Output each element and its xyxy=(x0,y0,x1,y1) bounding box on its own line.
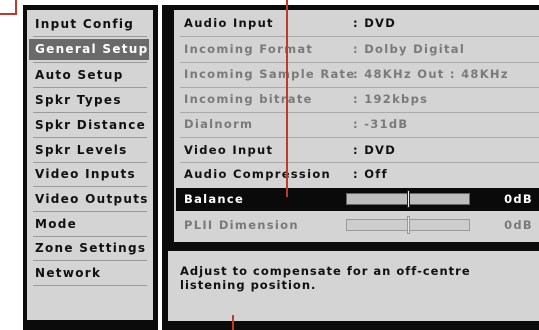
setting-label: Dialnorm xyxy=(184,117,254,131)
menu-divider xyxy=(33,36,147,37)
setting-value: : -31dB xyxy=(353,117,409,131)
menu-divider xyxy=(33,260,147,261)
menu-divider xyxy=(33,162,147,163)
annotation-line-help xyxy=(232,315,234,330)
setting-label: Balance xyxy=(184,192,245,206)
menu-item-video-inputs[interactable]: Video Inputs xyxy=(29,164,149,185)
menu-divider xyxy=(33,186,147,187)
setting-row-plii-dimension[interactable]: PLII Dimension 0dB xyxy=(176,213,539,237)
menu-item-video-outputs[interactable]: Video Outputs xyxy=(29,189,149,210)
setting-value: : DVD xyxy=(353,143,397,157)
setting-value: : 48KHz Out : 48KHz xyxy=(353,67,509,81)
help-text: Adjust to compensate for an off-centre l… xyxy=(180,264,471,292)
setting-row-incoming-bitrate: Incoming bitrate : 192kbps xyxy=(176,87,539,111)
menu-item-spkr-levels[interactable]: Spkr Levels xyxy=(29,140,149,161)
menu-divider xyxy=(33,236,147,237)
annotation-line-settings xyxy=(286,0,288,197)
menu-divider xyxy=(33,211,147,212)
balance-slider[interactable] xyxy=(346,190,470,208)
setting-row-audio-input[interactable]: Audio Input : DVD xyxy=(176,11,539,35)
plii-dimension-slider-knob[interactable] xyxy=(407,216,410,234)
setting-label: Incoming Sample Rate xyxy=(184,67,356,81)
setting-label: Audio Input xyxy=(184,16,274,30)
menu-divider xyxy=(33,112,147,113)
menu-item-spkr-types[interactable]: Spkr Types xyxy=(29,90,149,111)
menu-item-auto-setup[interactable]: Auto Setup xyxy=(29,65,149,86)
setting-row-balance[interactable]: Balance 0dB xyxy=(176,188,539,211)
setting-value: : 192kbps xyxy=(353,92,429,106)
menu-item-zone-settings[interactable]: Zone Settings xyxy=(29,238,149,259)
setting-row-dialnorm: Dialnorm : -31dB xyxy=(176,112,539,136)
setting-value: : Dolby Digital xyxy=(353,42,466,56)
setting-row-audio-compression[interactable]: Audio Compression : Off xyxy=(176,162,539,186)
balance-slider-knob[interactable] xyxy=(407,190,410,208)
annotation-line-menu xyxy=(0,13,16,15)
annotation-line-menu xyxy=(15,0,17,15)
menu-item-network[interactable]: Network xyxy=(29,263,149,284)
menu-item-general-setup[interactable]: General Setup xyxy=(29,39,149,60)
menu-divider xyxy=(33,62,147,63)
setting-label: PLII Dimension xyxy=(184,218,299,232)
setting-label: Incoming Format xyxy=(184,42,314,56)
menu-item-spkr-distance[interactable]: Spkr Distance xyxy=(29,115,149,136)
setting-label: Audio Compression xyxy=(184,167,332,181)
plii-dimension-slider[interactable] xyxy=(346,216,470,234)
menu-divider xyxy=(33,137,147,138)
menu-item-mode[interactable]: Mode xyxy=(29,214,149,235)
plii-dimension-value: 0dB xyxy=(504,218,533,232)
setting-label: Incoming bitrate xyxy=(184,92,313,106)
setting-label: Video Input xyxy=(184,143,274,157)
menu-item-input-config[interactable]: Input Config xyxy=(29,14,149,35)
setting-value: : DVD xyxy=(353,16,397,30)
setting-value: : Off xyxy=(353,167,388,181)
setting-row-incoming-sample-rate: Incoming Sample Rate : 48KHz Out : 48KHz xyxy=(176,62,539,86)
setting-row-video-input[interactable]: Video Input : DVD xyxy=(176,138,539,162)
balance-value: 0dB xyxy=(504,192,533,206)
setting-row-incoming-format: Incoming Format : Dolby Digital xyxy=(176,37,539,61)
menu-divider xyxy=(33,285,147,286)
menu-divider xyxy=(33,87,147,88)
